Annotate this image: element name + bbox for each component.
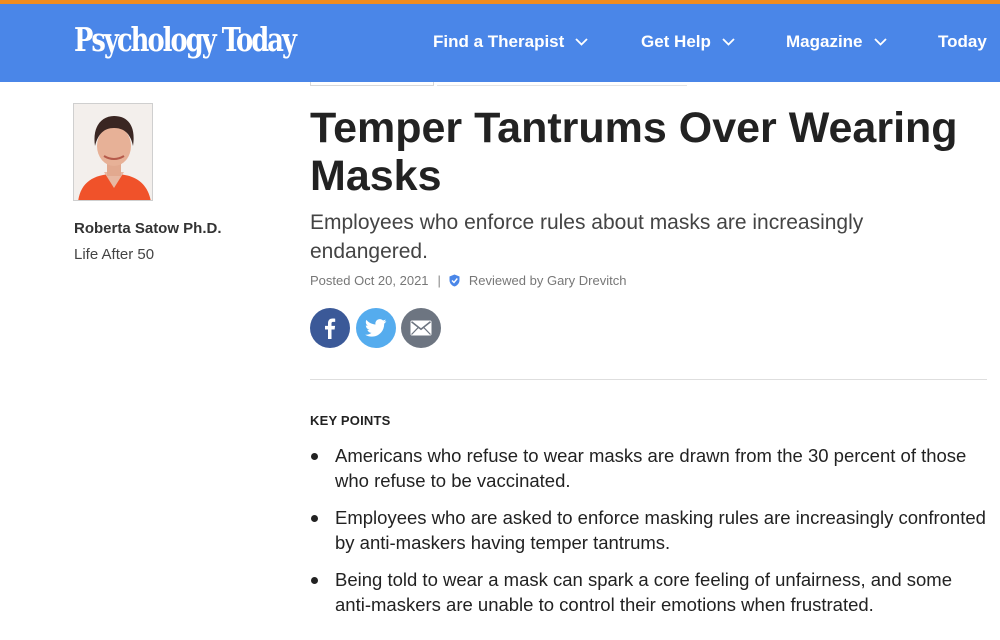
nav-label: Magazine: [786, 32, 863, 51]
bullet-icon: [311, 577, 318, 584]
key-point-text: Americans who refuse to wear masks are d…: [335, 445, 967, 491]
share-email-button[interactable]: [401, 308, 441, 348]
key-points-heading: KEY POINTS: [310, 413, 391, 428]
nav-find-therapist[interactable]: Find a Therapist: [433, 32, 589, 52]
nav-magazine[interactable]: Magazine: [786, 32, 888, 52]
shield-check-icon: [449, 274, 460, 287]
bullet-icon: [311, 453, 318, 460]
key-point-item: Employees who are asked to enforce maski…: [310, 506, 990, 555]
meta-separator: |: [437, 273, 441, 288]
chevron-down-icon: [722, 38, 735, 46]
key-point-text: Being told to wear a mask can spark a co…: [335, 569, 953, 615]
section-divider: [310, 379, 987, 380]
key-points-list: Americans who refuse to wear masks are d…: [310, 444, 990, 630]
tab-strip: [437, 82, 687, 86]
author-name[interactable]: Roberta Satow Ph.D.: [74, 220, 222, 237]
nav-label: Today: [938, 32, 987, 51]
author-portrait: [74, 104, 152, 200]
twitter-icon: [365, 319, 387, 337]
article-subtitle: Employees who enforce rules about masks …: [310, 211, 864, 263]
share-facebook-button[interactable]: [310, 308, 350, 348]
reviewed-by[interactable]: Reviewed by Gary Drevitch: [469, 273, 627, 288]
nav-label: Find a Therapist: [433, 32, 565, 51]
email-icon: [410, 320, 432, 336]
site-logo[interactable]: Psychology Today: [74, 20, 297, 59]
posted-date: Posted Oct 20, 2021: [310, 273, 429, 288]
article-title: Temper Tantrums Over Wearing Masks: [310, 104, 958, 200]
article-meta: Posted Oct 20, 2021 | Reviewed by Gary D…: [310, 273, 626, 288]
chevron-down-icon: [575, 38, 588, 46]
bullet-icon: [311, 515, 318, 522]
nav-today[interactable]: Today: [938, 32, 987, 52]
chevron-down-icon: [873, 38, 887, 46]
site-header: Psychology Today Find a Therapist Get He…: [0, 4, 1000, 82]
nav-get-help[interactable]: Get Help: [641, 32, 736, 52]
tab-strip: [310, 82, 434, 86]
nav-label: Get Help: [641, 32, 711, 51]
share-twitter-button[interactable]: [356, 308, 396, 348]
key-point-text: Employees who are asked to enforce maski…: [335, 507, 986, 553]
facebook-icon: [325, 318, 336, 339]
author-blog-name[interactable]: Life After 50: [74, 246, 154, 263]
author-avatar[interactable]: [73, 103, 153, 201]
key-point-item: Americans who refuse to wear masks are d…: [310, 444, 990, 493]
key-point-item: Being told to wear a mask can spark a co…: [310, 568, 990, 617]
